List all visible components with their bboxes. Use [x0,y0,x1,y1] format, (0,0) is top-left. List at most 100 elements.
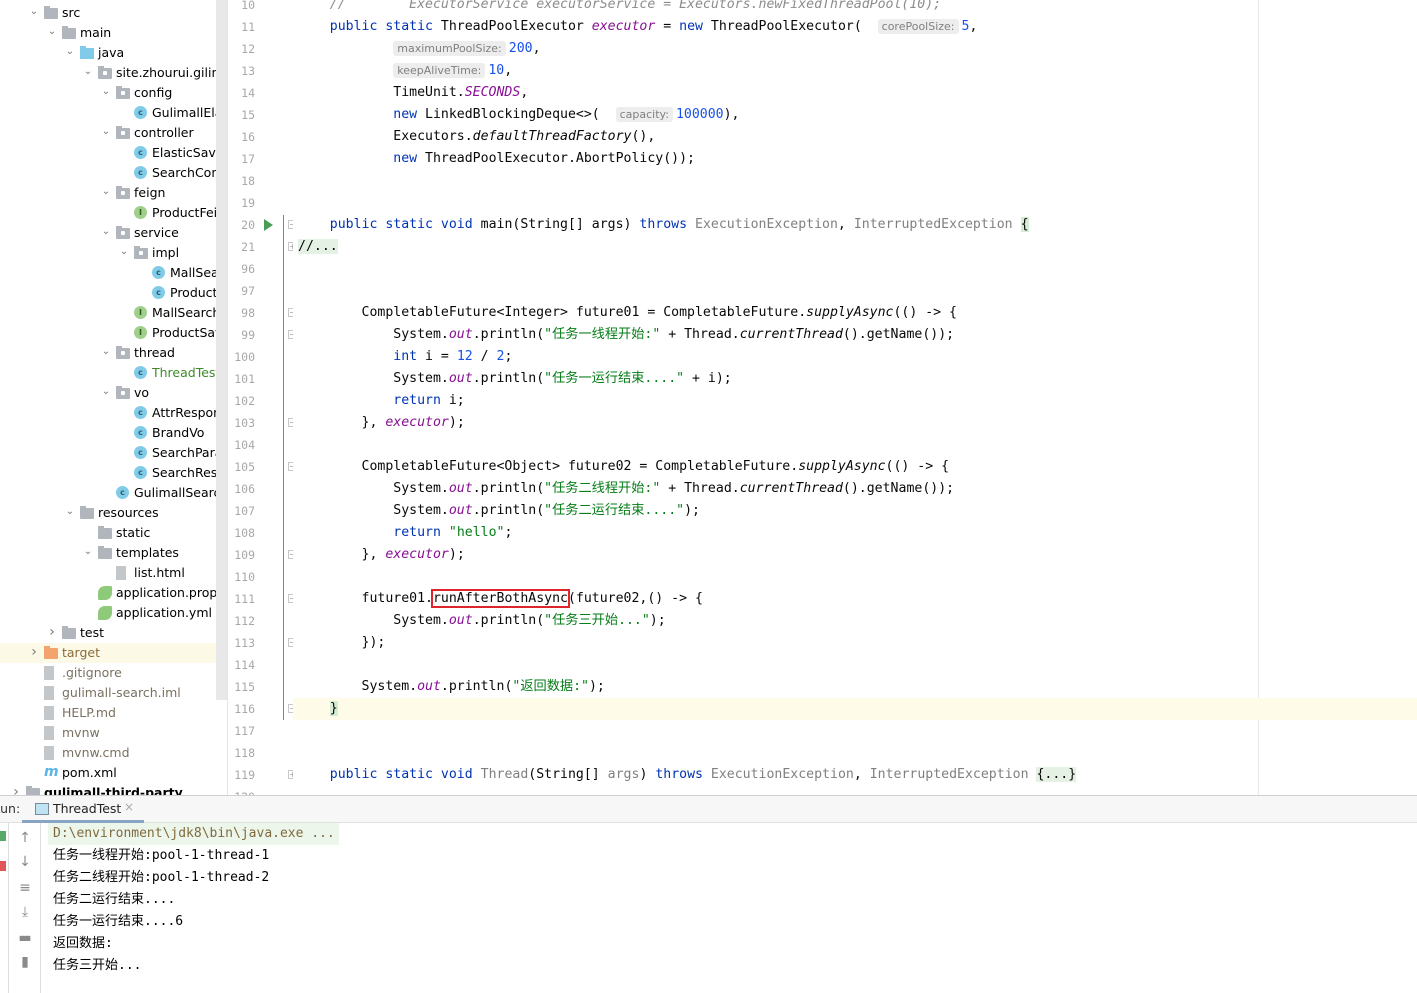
tab-threadtest[interactable]: ThreadTest × [22,796,144,823]
close-tab-icon[interactable]: × [124,800,134,814]
code-line[interactable]: System.out.println("任务二运行结束...."); [293,500,1417,522]
code-line[interactable]: CompletableFuture<Integer> future01 = Co… [293,302,1417,324]
code-line[interactable]: }, executor); [293,544,1417,566]
code-line[interactable]: System.out.println("返回数据:"); [293,676,1417,698]
tree-item[interactable]: ⌄ config [0,83,227,103]
tree-item[interactable]: IProductFeignService [0,203,227,223]
chevron-down-icon[interactable]: ⌄ [118,245,130,259]
code-line[interactable]: TimeUnit.SECONDS, [293,82,1417,104]
code-line[interactable]: // ExecutorService executorService = Exe… [293,0,1417,16]
code-line[interactable] [293,258,1417,280]
tree-item[interactable]: ⌄ controller [0,123,227,143]
code-line[interactable]: public static void Thread(String[] args)… [293,764,1417,786]
chevron-down-icon[interactable]: ⌄ [64,505,76,519]
tree-item[interactable]: IProductSaveService [0,323,227,343]
chevron-right-icon[interactable]: › [28,645,40,659]
tree-item[interactable]: › test [0,623,227,643]
chevron-down-icon[interactable]: ⌄ [100,345,112,359]
code-line[interactable]: }); [293,632,1417,654]
chevron-down-icon[interactable]: ⌄ [64,45,76,59]
code-line[interactable]: CompletableFuture<Object> future02 = Com… [293,456,1417,478]
code-line[interactable] [293,434,1417,456]
run-gutter-icon[interactable] [264,219,273,231]
code-line[interactable]: public static void main(String[] args) t… [293,214,1417,236]
tree-item[interactable]: HELP.md [0,703,227,723]
arrow-up-icon[interactable]: ↑ [17,830,33,846]
tree-item[interactable]: gulimall-search.iml [0,683,227,703]
arrow-down-icon[interactable]: ↓ [17,854,33,870]
tree-item[interactable]: m pom.xml [0,763,227,783]
chevron-down-icon[interactable]: ⌄ [100,185,112,199]
scroll-to-end-icon[interactable]: ⤓ [17,904,33,920]
tree-item[interactable]: cElasticSaveController [0,143,227,163]
chevron-down-icon[interactable]: ⌄ [100,125,112,139]
tree-item[interactable]: ⌄ vo [0,383,227,403]
tree-item[interactable]: .gitignore [0,663,227,683]
chevron-right-icon[interactable]: › [10,785,22,795]
code-line[interactable]: return i; [293,390,1417,412]
chevron-down-icon[interactable]: ⌄ [46,25,58,39]
tree-item[interactable]: ⌄ resources [0,503,227,523]
code-line[interactable]: System.out.println("任务三开始..."); [293,610,1417,632]
code-line[interactable]: //... [293,236,1417,258]
tree-item[interactable]: cProductSaveServiceImpl [0,283,227,303]
chevron-down-icon[interactable]: ⌄ [82,545,94,559]
project-tree[interactable]: ⌄ src ⌄ main ⌄ java ⌄ site.zhourui.gilimall ⌄ con… [0,0,227,795]
tree-item[interactable]: c SearchParam [0,443,227,463]
project-tree-scrollbar[interactable] [216,0,227,700]
tree-item[interactable]: application.yml [0,603,227,623]
tree-item[interactable]: ⌄ site.zhourui.gilimall [0,63,227,83]
tree-item[interactable]: mvnw.cmd [0,743,227,763]
tree-item[interactable]: ⌄ impl [0,243,227,263]
tree-item[interactable]: static [0,523,227,543]
code-line[interactable]: future01.runAfterBothAsync(future02,() -… [293,588,1417,610]
code-line[interactable]: System.out.println("任务一线程开始:" + Thread.c… [293,324,1417,346]
code-line[interactable] [293,742,1417,764]
tree-item[interactable]: ⌄ service [0,223,227,243]
code-line[interactable]: int i = 12 / 2; [293,346,1417,368]
tree-item[interactable]: application.properties [0,583,227,603]
code-line[interactable]: System.out.println("任务一运行结束...." + i); [293,368,1417,390]
chevron-down-icon[interactable]: ⌄ [82,65,94,79]
chevron-down-icon[interactable]: ⌄ [28,5,40,19]
chevron-right-icon[interactable]: › [46,625,58,639]
code-line[interactable]: Executors.defaultThreadFactory(), [293,126,1417,148]
tree-item[interactable]: ⌄ src [0,3,227,23]
tree-item[interactable]: ⌄ main [0,23,227,43]
code-line[interactable]: }, executor); [293,412,1417,434]
rerun-icon[interactable] [0,831,6,841]
code-line[interactable]: maximumPoolSize: 200, [293,38,1417,60]
code-line[interactable] [293,566,1417,588]
tree-item[interactable]: cGulimallElasticSearchConfig [0,103,227,123]
tree-item[interactable]: IMallSearchService [0,303,227,323]
code-line[interactable]: new LinkedBlockingDeque<>( capacity: 1000… [293,104,1417,126]
tree-item[interactable]: c GulimallSearchApplication [0,483,227,503]
chevron-down-icon[interactable]: ⌄ [100,225,112,239]
tree-item[interactable]: list.html [0,563,227,583]
code-line[interactable]: return "hello"; [293,522,1417,544]
code-line[interactable]: } [293,698,1417,720]
code-line[interactable] [293,786,1417,795]
code-line[interactable]: public static ThreadPoolExecutor executo… [293,16,1417,38]
tree-item[interactable]: mvnw [0,723,227,743]
tree-item[interactable]: ⌄ feign [0,183,227,203]
tree-item[interactable]: cMallSearchServiceImpl [0,263,227,283]
tree-item[interactable]: c ThreadTest [0,363,227,383]
console-output[interactable]: D:\environment\jdk8\bin\java.exe ... 任务一线… [48,823,1348,977]
code-line[interactable]: keepAliveTime: 10, [293,60,1417,82]
chevron-down-icon[interactable]: ⌄ [100,85,112,99]
editor-gutter[interactable]: 1011121314151617181920−21+969798−99−1001… [227,0,297,804]
code-line[interactable]: new ThreadPoolExecutor.AbortPolicy()); [293,148,1417,170]
print-icon[interactable]: ▬ [17,930,33,946]
code-line[interactable] [293,720,1417,742]
soft-wrap-icon[interactable]: ≡ [17,880,33,896]
tree-item[interactable]: c SearchResult [0,463,227,483]
code-line[interactable] [293,170,1417,192]
chevron-down-icon[interactable]: ⌄ [100,385,112,399]
tree-item[interactable]: ⌄ thread [0,343,227,363]
code-line[interactable]: System.out.println("任务二线程开始:" + Thread.c… [293,478,1417,500]
tree-item[interactable]: ⌄ java [0,43,227,63]
tree-item[interactable]: c BrandVo [0,423,227,443]
tree-item[interactable]: › target [0,643,227,663]
code-line[interactable] [293,192,1417,214]
